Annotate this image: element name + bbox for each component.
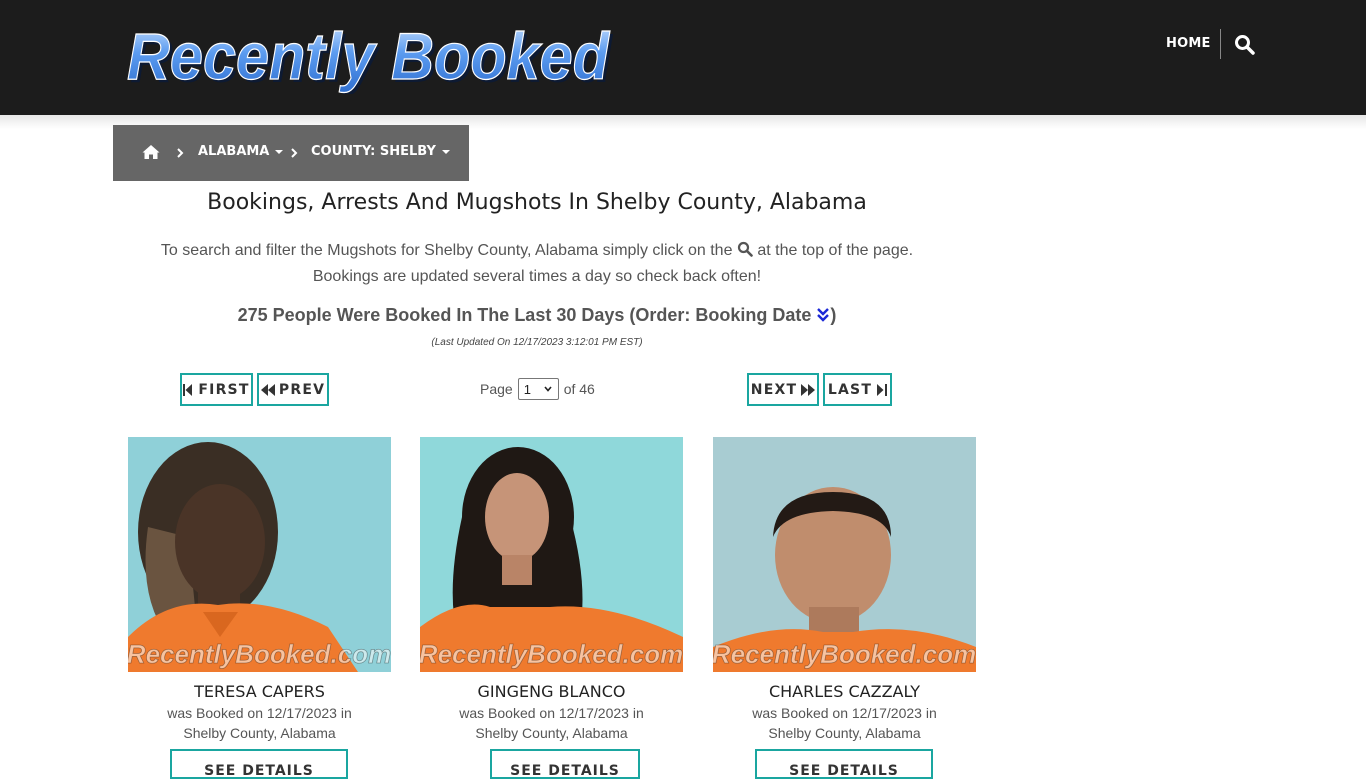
- intro-part2: at the top of the page.: [757, 242, 914, 259]
- last-page-button[interactable]: LAST: [823, 373, 892, 406]
- caret-down-icon: [275, 149, 284, 154]
- intro-line2: Bookings are updated several times a day…: [312, 268, 762, 285]
- person-name[interactable]: GINGENG BLANCO: [420, 682, 683, 701]
- intro-part1: To search and filter the Mugshots for Sh…: [160, 242, 733, 259]
- breadcrumb-county-label: COUNTY: SHELBY: [311, 144, 436, 159]
- booking-date: was Booked on 12/17/2023 in: [167, 705, 352, 721]
- sort-order-icon[interactable]: [816, 307, 830, 323]
- search-icon: [737, 240, 753, 257]
- watermark-text: RecentlyBooked.com: [420, 639, 683, 669]
- search-icon[interactable]: [1234, 34, 1256, 56]
- fast-forward-icon: [801, 383, 816, 396]
- mugshot-photo[interactable]: RecentlyBooked.com: [420, 437, 683, 672]
- first-page-button[interactable]: FIRST: [180, 373, 253, 406]
- booking-location: Shelby County, Alabama: [475, 725, 628, 741]
- page-label: Page: [480, 381, 513, 397]
- nav-home-link[interactable]: HOME: [1166, 36, 1211, 54]
- booking-count-text: 275 People Were Booked In The Last 30 Da…: [237, 305, 812, 325]
- last-page-label: LAST: [827, 381, 873, 398]
- booking-card: RecentlyBooked.com GINGENG BLANCO was Bo…: [420, 437, 683, 779]
- person-name[interactable]: TERESA CAPERS: [128, 682, 391, 701]
- mugshot-photo[interactable]: RecentlyBooked.com: [128, 437, 391, 672]
- booking-date: was Booked on 12/17/2023 in: [459, 705, 644, 721]
- breadcrumb-state-label: ALABAMA: [198, 144, 270, 159]
- person-name[interactable]: CHARLES CAZZALY: [713, 682, 976, 701]
- mugshot-photo[interactable]: RecentlyBooked.com: [713, 437, 976, 672]
- logo-text: Recently Booked: [127, 19, 611, 93]
- chevron-right-icon: [289, 145, 299, 161]
- first-icon: [183, 383, 193, 396]
- booking-count-close: ): [830, 305, 837, 325]
- see-details-button[interactable]: SEE DETAILS: [490, 749, 640, 779]
- nav-divider: [1220, 29, 1221, 59]
- see-details-button[interactable]: SEE DETAILS: [755, 749, 933, 779]
- page-select-value: 1: [523, 381, 531, 397]
- next-page-label: NEXT: [750, 381, 798, 398]
- booking-count-heading: 275 People Were Booked In The Last 30 Da…: [113, 305, 961, 326]
- intro-text: To search and filter the Mugshots for Sh…: [113, 238, 961, 290]
- page-total: of 46: [563, 381, 595, 397]
- booking-info: was Booked on 12/17/2023 in Shelby Count…: [713, 703, 976, 743]
- booking-location: Shelby County, Alabama: [183, 725, 336, 741]
- breadcrumb-county-dropdown[interactable]: COUNTY: SHELBY: [311, 144, 450, 159]
- first-page-label: FIRST: [198, 381, 250, 398]
- home-icon[interactable]: [141, 143, 161, 163]
- page-title: Bookings, Arrests And Mugshots In Shelby…: [207, 190, 867, 215]
- booking-info: was Booked on 12/17/2023 in Shelby Count…: [128, 703, 391, 743]
- prev-page-button[interactable]: PREV: [257, 373, 329, 406]
- site-header: Recently Booked Recently Booked HOME: [0, 0, 1366, 115]
- rewind-icon: [260, 383, 275, 396]
- chevron-right-icon: [175, 145, 185, 161]
- caret-down-icon: [441, 149, 450, 154]
- page-selector-group: Page 1 of 46: [480, 378, 595, 400]
- breadcrumb-state-dropdown[interactable]: ALABAMA: [198, 144, 284, 159]
- booking-location: Shelby County, Alabama: [768, 725, 921, 741]
- booking-info: was Booked on 12/17/2023 in Shelby Count…: [420, 703, 683, 743]
- chevron-down-icon: [544, 386, 552, 392]
- page-select[interactable]: 1: [517, 378, 559, 400]
- breadcrumb: ALABAMA COUNTY: SHELBY: [113, 125, 469, 181]
- see-details-button[interactable]: SEE DETAILS: [170, 749, 348, 779]
- booking-card: RecentlyBooked.com CHARLES CAZZALY was B…: [713, 437, 976, 779]
- prev-page-label: PREV: [278, 381, 326, 398]
- watermark-text: RecentlyBooked.com: [128, 639, 391, 669]
- next-page-button[interactable]: NEXT: [747, 373, 819, 406]
- booking-date: was Booked on 12/17/2023 in: [752, 705, 937, 721]
- last-updated-text: (Last Updated On 12/17/2023 3:12:01 PM E…: [431, 337, 643, 348]
- booking-card: RecentlyBooked.com TERESA CAPERS was Boo…: [128, 437, 391, 779]
- site-logo[interactable]: Recently Booked Recently Booked: [126, 16, 616, 94]
- last-icon: [877, 383, 888, 396]
- watermark-text: RecentlyBooked.com: [713, 639, 976, 669]
